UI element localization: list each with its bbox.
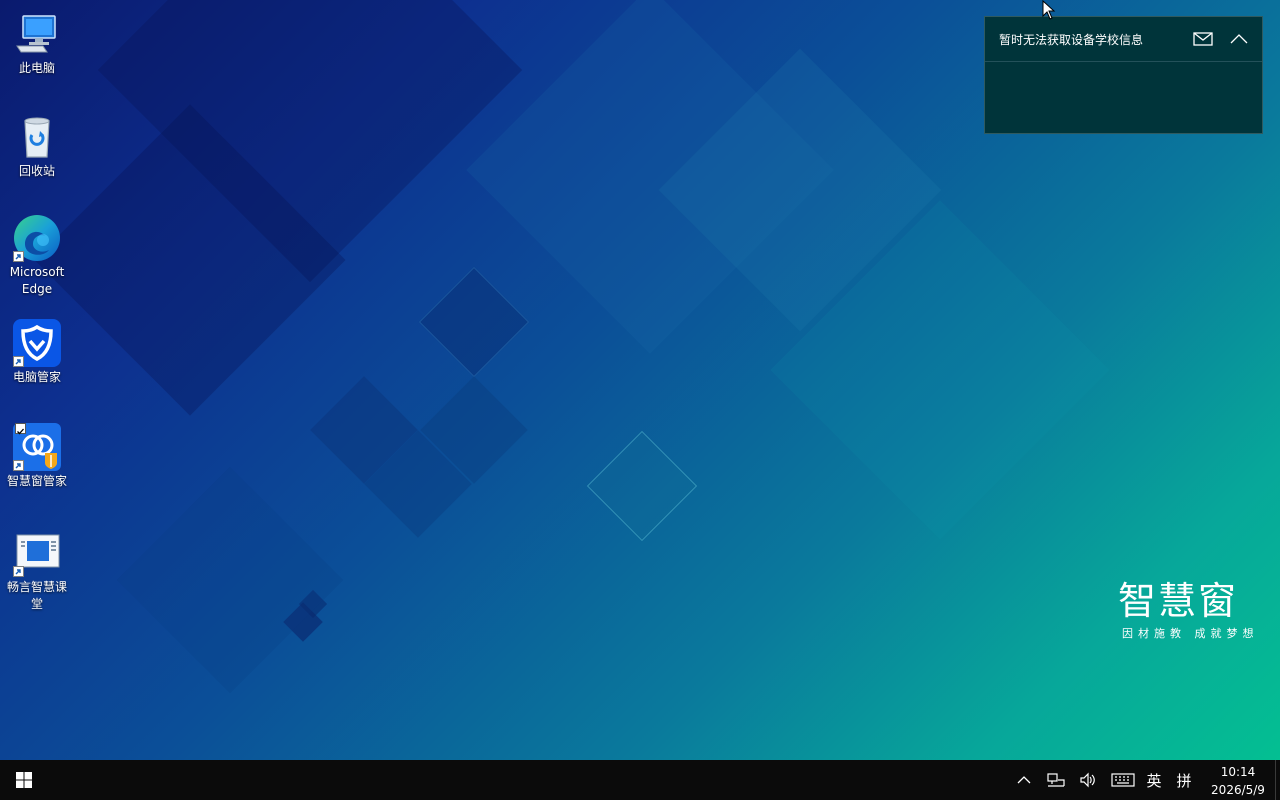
edge-icon bbox=[13, 214, 61, 262]
notification-header: 暂时无法获取设备学校信息 bbox=[985, 17, 1262, 62]
background-diamond bbox=[418, 266, 530, 378]
desktop-icon-label-line1: Microsoft bbox=[9, 265, 65, 279]
desktop-icon-smart-window-manager[interactable]: 智慧窗管家 bbox=[0, 423, 74, 490]
tray-overflow-button[interactable] bbox=[1012, 760, 1036, 800]
desktop-icon-label: 此电脑 bbox=[18, 61, 55, 75]
network-button[interactable] bbox=[1044, 760, 1068, 800]
taskbar-clock[interactable]: 10:14 2026/5/9 bbox=[1205, 760, 1271, 800]
desktop-icon-label-line1: 畅言智慧课 bbox=[6, 580, 67, 594]
notification-panel[interactable]: 暂时无法获取设备学校信息 bbox=[984, 16, 1263, 134]
brand-logo: 智慧窗 因材施教 成就梦想 bbox=[1118, 580, 1278, 640]
pc-manager-icon bbox=[13, 319, 61, 367]
shortcut-arrow-icon bbox=[13, 566, 24, 577]
background-diamond bbox=[116, 466, 344, 694]
desktop-icon-label-line2: 堂 bbox=[30, 597, 43, 611]
ime-language-button[interactable]: 英 bbox=[1142, 760, 1166, 800]
desktop-icon-microsoft-edge[interactable]: Microsoft Edge bbox=[0, 214, 74, 298]
volume-button[interactable] bbox=[1076, 760, 1100, 800]
chevron-up-icon bbox=[1017, 776, 1031, 784]
notification-body bbox=[985, 62, 1262, 134]
mail-icon[interactable] bbox=[1193, 31, 1213, 47]
notification-title: 暂时无法获取设备学校信息 bbox=[999, 33, 1144, 47]
ime-mode-button[interactable]: 拼 bbox=[1172, 760, 1196, 800]
recycle-bin-icon bbox=[13, 113, 61, 161]
network-icon bbox=[1047, 773, 1065, 787]
desktop-icon-label-line2: Edge bbox=[21, 282, 53, 296]
volume-icon bbox=[1080, 772, 1095, 788]
clock-date: 2026/5/9 bbox=[1211, 783, 1265, 797]
show-desktop-button[interactable] bbox=[1275, 760, 1280, 800]
brand-slogan: 因材施教 成就梦想 bbox=[1122, 627, 1259, 640]
checkbox-icon[interactable] bbox=[15, 423, 26, 435]
touch-keyboard-button[interactable] bbox=[1110, 760, 1136, 800]
mouse-cursor-icon bbox=[1042, 0, 1056, 24]
desktop-icon-label: 电脑管家 bbox=[12, 370, 61, 384]
computer-icon bbox=[13, 10, 61, 58]
desktop-icon-this-pc[interactable]: 此电脑 bbox=[0, 10, 74, 77]
smart-window-manager-icon bbox=[13, 423, 61, 471]
desktop-icon-smart-classroom[interactable]: 畅言智慧课 堂 bbox=[0, 529, 74, 613]
smart-classroom-icon bbox=[13, 529, 61, 577]
shortcut-arrow-icon bbox=[13, 356, 24, 367]
keyboard-icon bbox=[1111, 773, 1135, 787]
start-button[interactable] bbox=[0, 760, 48, 800]
chevron-up-icon[interactable] bbox=[1229, 31, 1249, 47]
desktop-icon-label: 回收站 bbox=[18, 164, 55, 178]
desktop-icon-label: 智慧窗管家 bbox=[6, 474, 67, 488]
shortcut-arrow-icon bbox=[13, 251, 24, 262]
desktop-icon-recycle-bin[interactable]: 回收站 bbox=[0, 113, 74, 180]
desktop-icon-pc-manager[interactable]: 电脑管家 bbox=[0, 319, 74, 386]
background-diamond bbox=[586, 430, 698, 542]
clock-time: 10:14 bbox=[1220, 765, 1256, 779]
windows-logo-icon bbox=[16, 772, 32, 788]
brand-logo-text: 智慧窗 bbox=[1118, 579, 1239, 623]
shortcut-arrow-icon bbox=[13, 460, 24, 471]
desktop[interactable]: 此电脑 回收站 Microsoft Edge 电脑管家 智慧窗管家 畅言智慧课 … bbox=[0, 0, 1280, 760]
taskbar: 英 拼 10:14 2026/5/9 bbox=[0, 760, 1280, 800]
